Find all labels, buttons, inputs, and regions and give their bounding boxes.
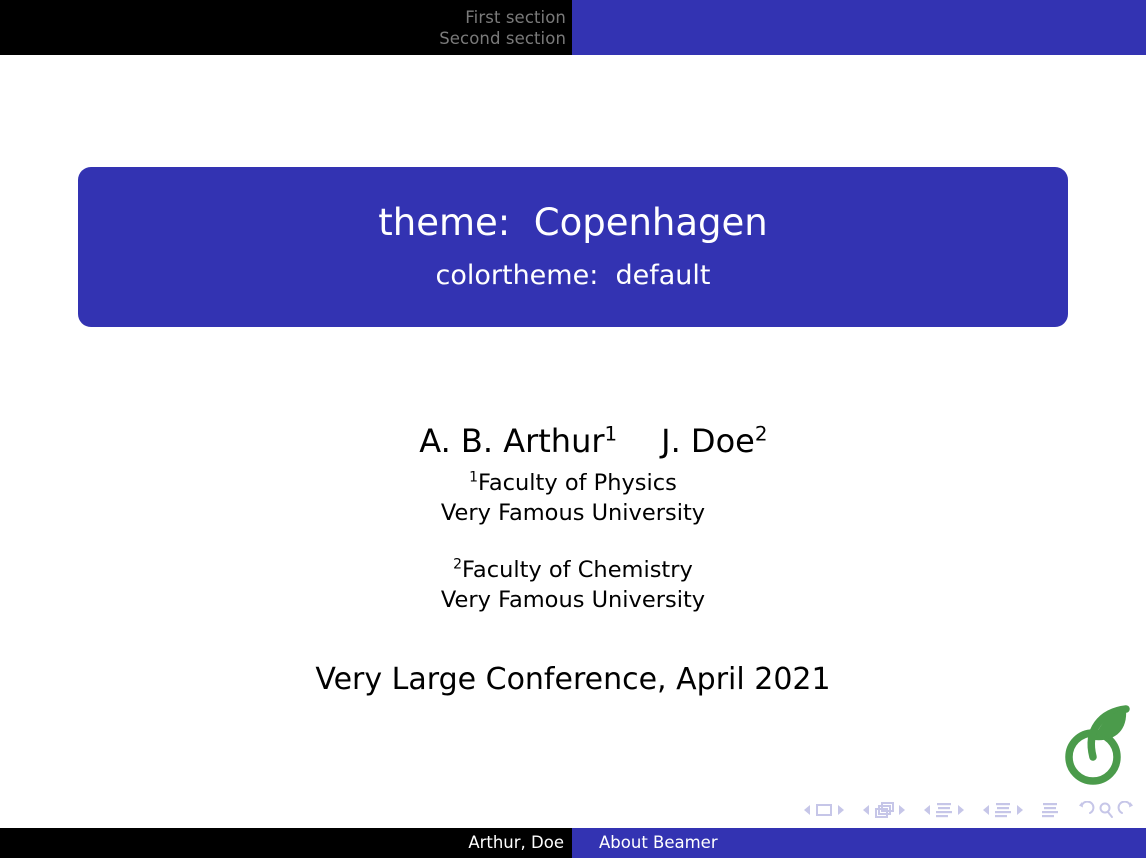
institute-entry: 2Faculty of Chemistry Very Famous Univer…	[0, 555, 1146, 615]
author-affiliation-marker: 1	[605, 422, 618, 445]
nav-group-utility[interactable]	[1074, 801, 1138, 819]
footline-bar: Arthur, Doe About Beamer	[0, 828, 1146, 858]
presentation-lines-icon[interactable]	[1039, 801, 1061, 819]
nav-group-frame[interactable]	[860, 801, 908, 819]
prev-triangle-icon[interactable]	[801, 802, 813, 818]
institute-list: 1Faculty of Physics Very Famous Universi…	[0, 468, 1146, 615]
frames-stack-icon[interactable]	[872, 801, 896, 819]
author-name: J. Doe	[661, 422, 755, 460]
next-triangle-icon[interactable]	[1014, 802, 1026, 818]
institute-university: Very Famous University	[0, 585, 1146, 615]
institute-department-line: 2Faculty of Chemistry	[0, 555, 1146, 585]
section-nav-item-second[interactable]: Second section	[439, 28, 566, 49]
prev-triangle-icon[interactable]	[921, 802, 933, 818]
section-nav-item-first[interactable]: First section	[465, 7, 566, 28]
author-entry: J. Doe2	[661, 421, 767, 461]
prev-triangle-icon[interactable]	[860, 802, 872, 818]
institute-department: Faculty of Physics	[478, 470, 677, 496]
title-block: theme: Copenhagen colortheme: default	[78, 167, 1068, 327]
headline-blue-panel	[572, 0, 1146, 55]
author-affiliation-marker: 2	[755, 422, 768, 445]
presentation-subtitle: colortheme: default	[436, 259, 711, 293]
beamer-navigation-symbols[interactable]	[801, 798, 1138, 822]
author-entry: A. B. Arthur1	[419, 421, 617, 461]
footline-author-panel: Arthur, Doe	[0, 828, 572, 858]
back-arrow-icon[interactable]	[1074, 801, 1096, 819]
search-magnifier-icon[interactable]	[1096, 801, 1116, 819]
headline-sections-panel: First section Second section	[0, 0, 572, 55]
conference-date: Very Large Conference, April 2021	[0, 660, 1146, 700]
nav-group-section[interactable]	[980, 801, 1026, 819]
next-triangle-icon[interactable]	[955, 802, 967, 818]
author-name: A. B. Arthur	[419, 422, 604, 460]
prev-triangle-icon[interactable]	[980, 802, 992, 818]
nav-group-presentation[interactable]	[1039, 801, 1061, 819]
headline-navigation-bar: First section Second section	[0, 0, 1146, 55]
nav-group-subsection[interactable]	[921, 801, 967, 819]
overleaf-logo-icon	[1056, 700, 1134, 786]
footline-author-text: Arthur, Doe	[468, 833, 564, 853]
institute-department: Faculty of Chemistry	[462, 557, 693, 583]
presentation-title: theme: Copenhagen	[378, 201, 768, 245]
forward-arrow-icon[interactable]	[1116, 801, 1138, 819]
beamer-slide: First section Second section theme: Cope…	[0, 0, 1146, 858]
nav-group-slide[interactable]	[801, 802, 847, 818]
footline-title-text: About Beamer	[599, 833, 718, 853]
next-triangle-icon[interactable]	[896, 802, 908, 818]
institute-marker: 1	[469, 470, 478, 486]
next-triangle-icon[interactable]	[835, 802, 847, 818]
footline-title-panel: About Beamer	[572, 828, 1146, 858]
institute-marker: 2	[453, 557, 462, 573]
section-lines-icon[interactable]	[992, 801, 1014, 819]
institute-entry: 1Faculty of Physics Very Famous Universi…	[0, 468, 1146, 528]
institute-department-line: 1Faculty of Physics	[0, 468, 1146, 498]
subsection-lines-icon[interactable]	[933, 801, 955, 819]
institute-university: Very Famous University	[0, 498, 1146, 528]
slide-square-icon[interactable]	[813, 802, 835, 818]
